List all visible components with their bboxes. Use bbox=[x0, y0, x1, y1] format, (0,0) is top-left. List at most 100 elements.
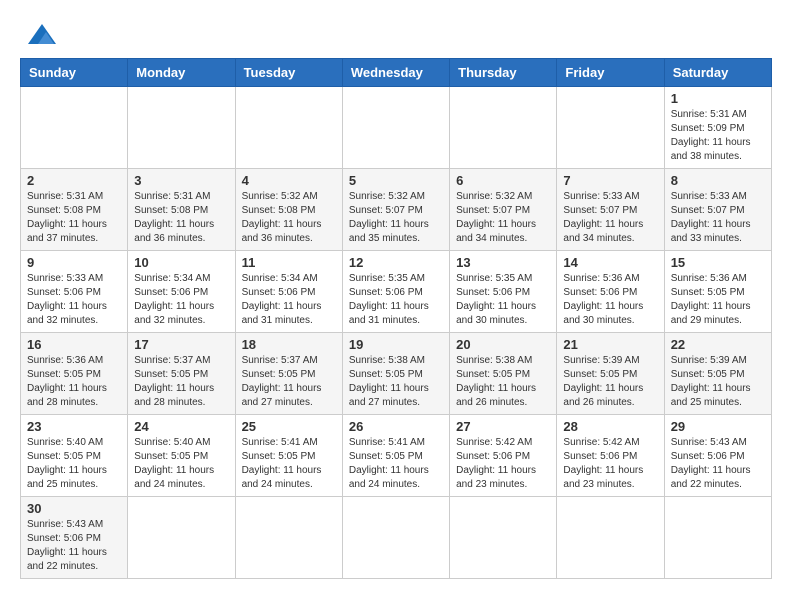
day-number: 27 bbox=[456, 419, 550, 434]
calendar-cell: 29 Sunrise: 5:43 AM Sunset: 5:06 PM Dayli… bbox=[664, 415, 771, 497]
day-number: 3 bbox=[134, 173, 228, 188]
day-number: 20 bbox=[456, 337, 550, 352]
calendar-cell bbox=[128, 87, 235, 169]
day-number: 11 bbox=[242, 255, 336, 270]
day-number: 22 bbox=[671, 337, 765, 352]
calendar-cell: 18Sunrise: 5:37 AM Sunset: 5:05 PM Dayli… bbox=[235, 333, 342, 415]
day-info: Sunrise: 5:43 AM Sunset: 5:06 PM Dayligh… bbox=[671, 436, 765, 492]
day-number: 12 bbox=[349, 255, 443, 270]
calendar-cell: 15 Sunrise: 5:36 AM Sunset: 5:05 PM Dayli… bbox=[664, 251, 771, 333]
day-number: 24 bbox=[134, 419, 228, 434]
calendar-cell: 27Sunrise: 5:42 AM Sunset: 5:06 PM Dayli… bbox=[450, 415, 557, 497]
day-info: Sunrise: 5:35 AM Sunset: 5:06 PM Dayligh… bbox=[456, 272, 550, 328]
day-number: 13 bbox=[456, 255, 550, 270]
calendar-cell: 10 Sunrise: 5:34 AM Sunset: 5:06 PM Dayli… bbox=[128, 251, 235, 333]
calendar-cell: 16Sunrise: 5:36 AM Sunset: 5:05 PM Dayli… bbox=[21, 333, 128, 415]
weekday-header-sunday: Sunday bbox=[21, 59, 128, 87]
day-number: 17 bbox=[134, 337, 228, 352]
calendar-cell: 23Sunrise: 5:40 AM Sunset: 5:05 PM Dayli… bbox=[21, 415, 128, 497]
calendar-cell bbox=[342, 497, 449, 579]
day-info: Sunrise: 5:34 AM Sunset: 5:06 PM Dayligh… bbox=[134, 272, 228, 328]
calendar-table: SundayMondayTuesdayWednesdayThursdayFrid… bbox=[20, 58, 772, 579]
day-number: 7 bbox=[563, 173, 657, 188]
calendar-cell: 17 Sunrise: 5:37 AM Sunset: 5:05 PM Dayli… bbox=[128, 333, 235, 415]
calendar-cell bbox=[450, 497, 557, 579]
calendar-cell: 24 Sunrise: 5:40 AM Sunset: 5:05 PM Dayli… bbox=[128, 415, 235, 497]
logo-icon bbox=[24, 20, 60, 48]
day-number: 19 bbox=[349, 337, 443, 352]
calendar-cell: 5 Sunrise: 5:32 AM Sunset: 5:07 PM Daylig… bbox=[342, 169, 449, 251]
day-info: Sunrise: 5:39 AM Sunset: 5:05 PM Dayligh… bbox=[563, 354, 657, 410]
day-number: 2 bbox=[27, 173, 121, 188]
day-info: Sunrise: 5:41 AM Sunset: 5:05 PM Dayligh… bbox=[349, 436, 443, 492]
week-row-2: 2 Sunrise: 5:31 AM Sunset: 5:08 PM Daylig… bbox=[21, 169, 772, 251]
day-info: Sunrise: 5:31 AM Sunset: 5:08 PM Dayligh… bbox=[27, 190, 121, 246]
logo bbox=[20, 20, 60, 48]
weekday-header-row: SundayMondayTuesdayWednesdayThursdayFrid… bbox=[21, 59, 772, 87]
week-row-3: 9Sunrise: 5:33 AM Sunset: 5:06 PM Daylig… bbox=[21, 251, 772, 333]
calendar-cell bbox=[235, 87, 342, 169]
day-info: Sunrise: 5:41 AM Sunset: 5:05 PM Dayligh… bbox=[242, 436, 336, 492]
calendar-cell: 30Sunrise: 5:43 AM Sunset: 5:06 PM Dayli… bbox=[21, 497, 128, 579]
calendar-cell bbox=[450, 87, 557, 169]
day-info: Sunrise: 5:32 AM Sunset: 5:07 PM Dayligh… bbox=[349, 190, 443, 246]
calendar-cell: 8Sunrise: 5:33 AM Sunset: 5:07 PM Daylig… bbox=[664, 169, 771, 251]
page-header bbox=[20, 20, 772, 48]
calendar-body: 1 Sunrise: 5:31 AM Sunset: 5:09 PM Daylig… bbox=[21, 87, 772, 579]
day-info: Sunrise: 5:36 AM Sunset: 5:06 PM Dayligh… bbox=[563, 272, 657, 328]
day-number: 8 bbox=[671, 173, 765, 188]
weekday-header-thursday: Thursday bbox=[450, 59, 557, 87]
calendar-cell: 9Sunrise: 5:33 AM Sunset: 5:06 PM Daylig… bbox=[21, 251, 128, 333]
weekday-header-wednesday: Wednesday bbox=[342, 59, 449, 87]
day-number: 15 bbox=[671, 255, 765, 270]
day-info: Sunrise: 5:38 AM Sunset: 5:05 PM Dayligh… bbox=[349, 354, 443, 410]
calendar-cell: 11 Sunrise: 5:34 AM Sunset: 5:06 PM Dayli… bbox=[235, 251, 342, 333]
day-number: 14 bbox=[563, 255, 657, 270]
day-number: 10 bbox=[134, 255, 228, 270]
calendar-cell: 19 Sunrise: 5:38 AM Sunset: 5:05 PM Dayli… bbox=[342, 333, 449, 415]
calendar-cell: 4 Sunrise: 5:32 AM Sunset: 5:08 PM Daylig… bbox=[235, 169, 342, 251]
calendar-cell: 28Sunrise: 5:42 AM Sunset: 5:06 PM Dayli… bbox=[557, 415, 664, 497]
calendar-cell: 22Sunrise: 5:39 AM Sunset: 5:05 PM Dayli… bbox=[664, 333, 771, 415]
calendar-cell bbox=[342, 87, 449, 169]
weekday-header-tuesday: Tuesday bbox=[235, 59, 342, 87]
day-info: Sunrise: 5:31 AM Sunset: 5:09 PM Dayligh… bbox=[671, 108, 765, 164]
calendar-cell: 6 Sunrise: 5:32 AM Sunset: 5:07 PM Daylig… bbox=[450, 169, 557, 251]
day-number: 6 bbox=[456, 173, 550, 188]
weekday-header-saturday: Saturday bbox=[664, 59, 771, 87]
calendar-cell: 2 Sunrise: 5:31 AM Sunset: 5:08 PM Daylig… bbox=[21, 169, 128, 251]
day-info: Sunrise: 5:43 AM Sunset: 5:06 PM Dayligh… bbox=[27, 518, 121, 574]
day-number: 9 bbox=[27, 255, 121, 270]
day-info: Sunrise: 5:38 AM Sunset: 5:05 PM Dayligh… bbox=[456, 354, 550, 410]
day-info: Sunrise: 5:36 AM Sunset: 5:05 PM Dayligh… bbox=[27, 354, 121, 410]
calendar-cell bbox=[664, 497, 771, 579]
day-info: Sunrise: 5:34 AM Sunset: 5:06 PM Dayligh… bbox=[242, 272, 336, 328]
day-info: Sunrise: 5:37 AM Sunset: 5:05 PM Dayligh… bbox=[242, 354, 336, 410]
day-info: Sunrise: 5:32 AM Sunset: 5:07 PM Dayligh… bbox=[456, 190, 550, 246]
day-number: 29 bbox=[671, 419, 765, 434]
day-number: 25 bbox=[242, 419, 336, 434]
day-number: 23 bbox=[27, 419, 121, 434]
day-info: Sunrise: 5:32 AM Sunset: 5:08 PM Dayligh… bbox=[242, 190, 336, 246]
day-info: Sunrise: 5:36 AM Sunset: 5:05 PM Dayligh… bbox=[671, 272, 765, 328]
day-info: Sunrise: 5:35 AM Sunset: 5:06 PM Dayligh… bbox=[349, 272, 443, 328]
calendar-cell: 7 Sunrise: 5:33 AM Sunset: 5:07 PM Daylig… bbox=[557, 169, 664, 251]
calendar-cell: 25 Sunrise: 5:41 AM Sunset: 5:05 PM Dayli… bbox=[235, 415, 342, 497]
calendar-cell: 20 Sunrise: 5:38 AM Sunset: 5:05 PM Dayli… bbox=[450, 333, 557, 415]
weekday-header-friday: Friday bbox=[557, 59, 664, 87]
day-info: Sunrise: 5:37 AM Sunset: 5:05 PM Dayligh… bbox=[134, 354, 228, 410]
day-number: 5 bbox=[349, 173, 443, 188]
calendar-cell bbox=[21, 87, 128, 169]
day-info: Sunrise: 5:33 AM Sunset: 5:07 PM Dayligh… bbox=[563, 190, 657, 246]
calendar-cell: 1 Sunrise: 5:31 AM Sunset: 5:09 PM Daylig… bbox=[664, 87, 771, 169]
day-number: 4 bbox=[242, 173, 336, 188]
calendar-cell: 26Sunrise: 5:41 AM Sunset: 5:05 PM Dayli… bbox=[342, 415, 449, 497]
week-row-4: 16Sunrise: 5:36 AM Sunset: 5:05 PM Dayli… bbox=[21, 333, 772, 415]
day-info: Sunrise: 5:31 AM Sunset: 5:08 PM Dayligh… bbox=[134, 190, 228, 246]
week-row-6: 30Sunrise: 5:43 AM Sunset: 5:06 PM Dayli… bbox=[21, 497, 772, 579]
calendar-cell bbox=[128, 497, 235, 579]
day-info: Sunrise: 5:40 AM Sunset: 5:05 PM Dayligh… bbox=[134, 436, 228, 492]
day-number: 21 bbox=[563, 337, 657, 352]
calendar-cell bbox=[557, 87, 664, 169]
day-number: 1 bbox=[671, 91, 765, 106]
